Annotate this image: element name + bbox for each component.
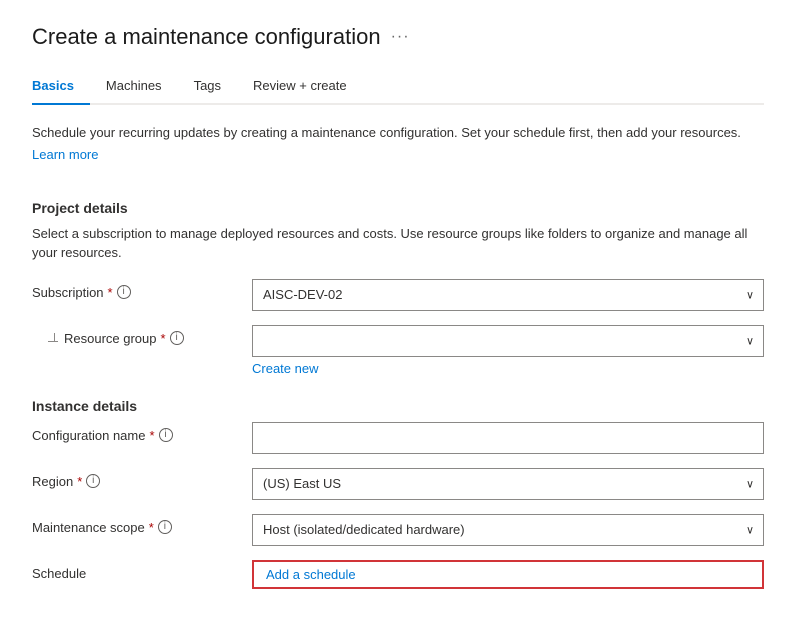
subscription-control: AISC-DEV-02 ∨ xyxy=(252,279,764,311)
maintenance-scope-dropdown-wrapper: Host (isolated/dedicated hardware) ∨ xyxy=(252,514,764,546)
schedule-label: Schedule xyxy=(32,566,86,581)
maintenance-scope-label: Maintenance scope xyxy=(32,520,145,535)
subscription-required: * xyxy=(108,285,113,300)
resource-group-control: ∨ Create new xyxy=(252,325,764,376)
subscription-label: Subscription xyxy=(32,285,104,300)
resource-group-row: Resource group * i ∨ Create new xyxy=(32,325,764,376)
resource-group-select[interactable] xyxy=(252,325,764,357)
resource-group-dropdown-wrapper: ∨ xyxy=(252,325,764,357)
config-name-row: Configuration name * i xyxy=(32,422,764,454)
subscription-select[interactable]: AISC-DEV-02 xyxy=(252,279,764,311)
region-label: Region xyxy=(32,474,73,489)
page-title: Create a maintenance configuration xyxy=(32,24,381,50)
subscription-info-icon[interactable]: i xyxy=(117,285,131,299)
resource-group-required: * xyxy=(161,331,166,346)
add-schedule-button[interactable]: Add a schedule xyxy=(252,560,764,589)
subscription-label-col: Subscription * i xyxy=(32,279,252,300)
maintenance-scope-required: * xyxy=(149,520,154,535)
tab-review-create[interactable]: Review + create xyxy=(237,70,363,105)
project-details-desc: Select a subscription to manage deployed… xyxy=(32,224,764,263)
tabs-nav: Basics Machines Tags Review + create xyxy=(32,70,764,105)
config-name-info-icon[interactable]: i xyxy=(159,428,173,442)
maintenance-scope-info-icon[interactable]: i xyxy=(158,520,172,534)
region-dropdown-wrapper: (US) East US ∨ xyxy=(252,468,764,500)
subscription-row: Subscription * i AISC-DEV-02 ∨ xyxy=(32,279,764,311)
region-row: Region * i (US) East US ∨ xyxy=(32,468,764,500)
page-title-row: Create a maintenance configuration ··· xyxy=(32,24,764,50)
learn-more-link[interactable]: Learn more xyxy=(32,147,98,162)
tab-basics[interactable]: Basics xyxy=(32,70,90,105)
region-control: (US) East US ∨ xyxy=(252,468,764,500)
resource-group-info-icon[interactable]: i xyxy=(170,331,184,345)
subscription-dropdown-wrapper: AISC-DEV-02 ∨ xyxy=(252,279,764,311)
maintenance-scope-label-col: Maintenance scope * i xyxy=(32,514,252,535)
config-name-control xyxy=(252,422,764,454)
project-details-header: Project details xyxy=(32,200,764,216)
region-required: * xyxy=(77,474,82,489)
maintenance-scope-select[interactable]: Host (isolated/dedicated hardware) xyxy=(252,514,764,546)
region-label-col: Region * i xyxy=(32,468,252,489)
config-name-label: Configuration name xyxy=(32,428,145,443)
schedule-control: Add a schedule xyxy=(252,560,764,589)
tab-tags[interactable]: Tags xyxy=(178,70,237,105)
instance-details-header: Instance details xyxy=(32,398,764,414)
create-new-link[interactable]: Create new xyxy=(252,361,764,376)
resource-group-label: Resource group xyxy=(64,331,157,346)
basics-description: Schedule your recurring updates by creat… xyxy=(32,123,764,143)
config-name-required: * xyxy=(149,428,154,443)
tab-machines[interactable]: Machines xyxy=(90,70,178,105)
region-info-icon[interactable]: i xyxy=(86,474,100,488)
ellipsis-menu-icon[interactable]: ··· xyxy=(391,28,410,46)
config-name-label-col: Configuration name * i xyxy=(32,422,252,443)
maintenance-scope-row: Maintenance scope * i Host (isolated/ded… xyxy=(32,514,764,546)
maintenance-scope-control: Host (isolated/dedicated hardware) ∨ xyxy=(252,514,764,546)
schedule-row: Schedule Add a schedule xyxy=(32,560,764,589)
schedule-label-col: Schedule xyxy=(32,560,252,581)
region-select[interactable]: (US) East US xyxy=(252,468,764,500)
config-name-input[interactable] xyxy=(252,422,764,454)
